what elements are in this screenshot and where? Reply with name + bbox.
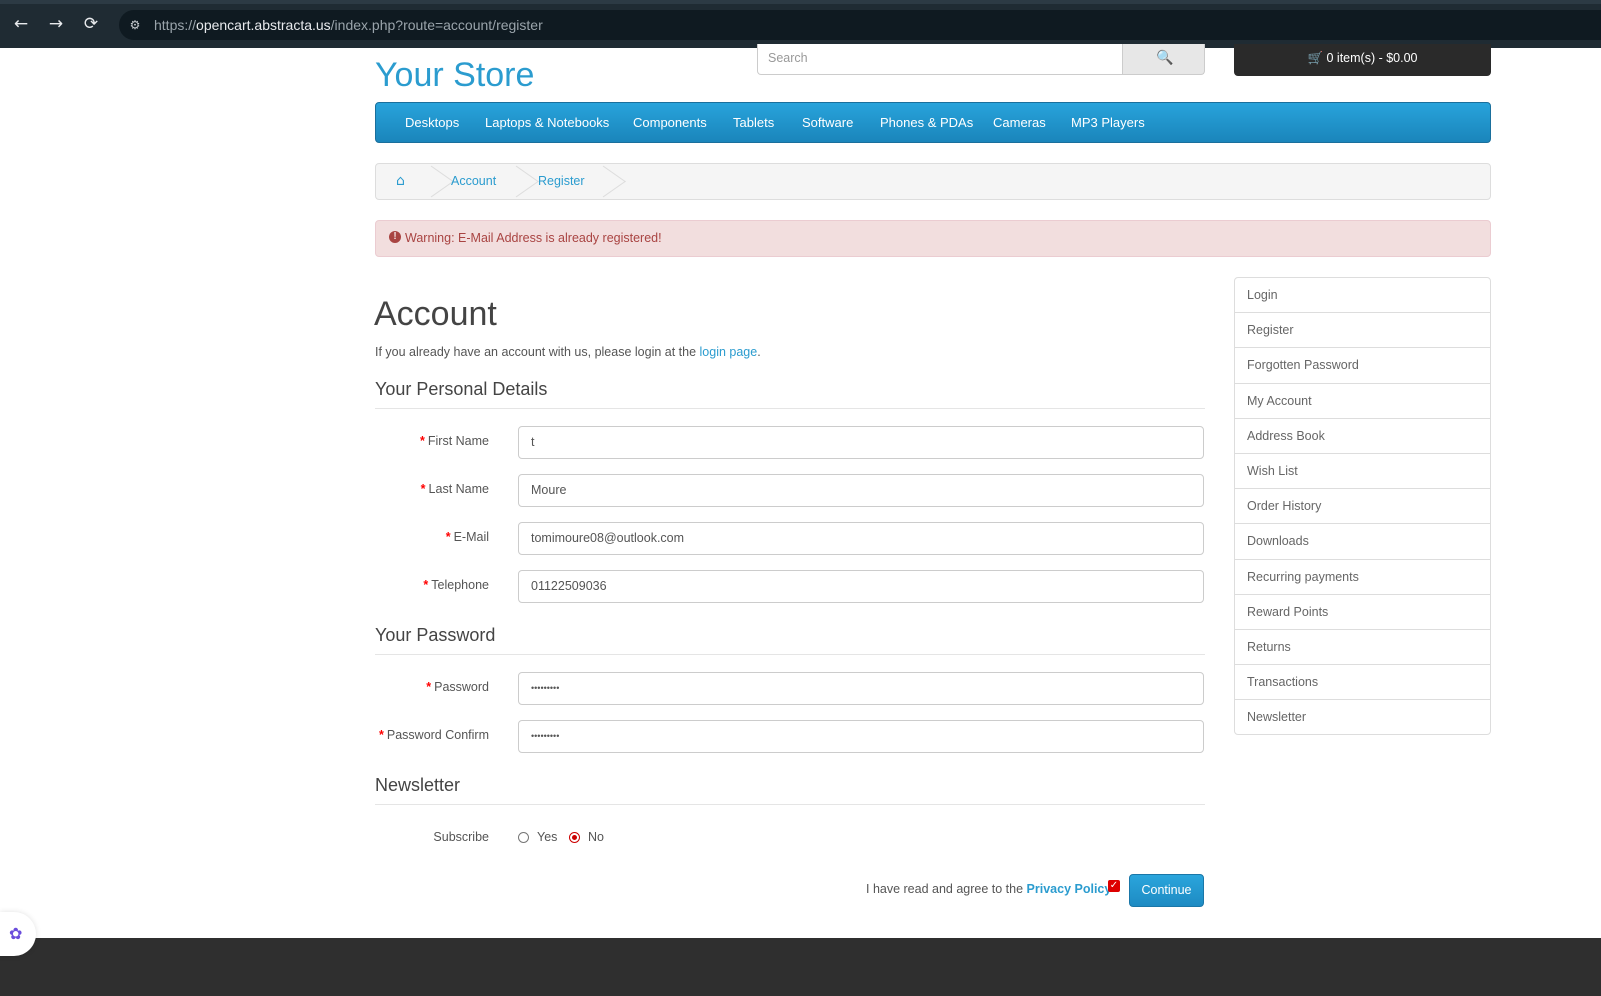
password-confirm-value: ••••••••• [531,731,560,741]
required-mark: * [379,728,384,742]
subscribe-no-radio[interactable] [569,832,580,843]
search-placeholder: Search [768,51,808,65]
sidebar-item-transactions[interactable]: Transactions [1234,664,1491,701]
continue-button[interactable]: Continue [1129,874,1204,907]
telephone-input[interactable]: 01122509036 [518,570,1204,603]
telephone-label-text: Telephone [431,578,489,592]
required-mark: * [420,434,425,448]
privacy-policy-link[interactable]: Privacy Policy [1027,882,1112,896]
agree-checkbox[interactable]: ✓ [1108,880,1120,892]
personal-details-legend: Your Personal Details [375,378,1205,409]
telephone-label: * Telephone [375,578,489,592]
required-mark: * [420,482,426,496]
forward-icon[interactable]: → [46,14,66,34]
site-settings-icon[interactable]: ⚙ [127,17,143,33]
sidebar-item-wish-list[interactable]: Wish List [1234,452,1491,490]
menu-item-laptops[interactable]: Laptops & Notebooks [485,115,609,131]
url-prefix: https:// [154,17,197,33]
email-value: tomimoure08@outlook.com [531,531,685,545]
exclamation-icon: ! [389,231,401,243]
menu-item-phones[interactable]: Phones & PDAs [880,115,973,131]
intro-prefix: If you already have an account with us, … [375,345,700,359]
password-confirm-label: * Password Confirm [375,728,489,742]
back-icon[interactable]: ← [11,14,31,34]
cart-button[interactable]: 🛒 0 item(s) - $0.00 [1234,44,1491,76]
agree-prefix: I have read and agree to the [866,882,1027,896]
last-name-label: * Last Name [375,482,489,496]
password-label-text: Password [434,680,489,694]
intro-end: . [757,345,761,359]
password-value: ••••••••• [531,683,560,693]
browser-toolbar: ← → ⟳ ⚙ https://opencart.abstracta.us/in… [0,0,1601,48]
sidebar-item-newsletter[interactable]: Newsletter [1234,699,1491,736]
search-button[interactable]: 🔍 [1122,44,1205,75]
sidebar-item-recurring-payments[interactable]: Recurring payments [1234,558,1491,595]
address-bar[interactable]: ⚙ https://opencart.abstracta.us/index.ph… [119,10,1601,40]
email-label-text: E-Mail [453,530,489,544]
menu-item-cameras[interactable]: Cameras [993,115,1046,131]
menu-item-desktops[interactable]: Desktops [405,115,459,131]
menu-item-components[interactable]: Components [633,115,707,131]
menu-item-software[interactable]: Software [802,115,853,131]
sidebar-item-returns[interactable]: Returns [1234,628,1491,666]
last-name-value: Moure [531,483,567,497]
subscribe-yes-label[interactable]: Yes [537,830,557,844]
subscribe-label: Subscribe [433,830,489,844]
home-icon[interactable]: ⌂ [396,173,405,189]
agree-text: I have read and agree to the Privacy Pol… [866,882,1111,896]
password-input[interactable]: ••••••••• [518,672,1204,705]
first-name-value: t [531,435,535,449]
login-page-link[interactable]: login page [700,345,758,359]
menu-item-tablets[interactable]: Tablets [733,115,774,131]
subscribe-yes-radio[interactable] [518,832,529,843]
sidebar-item-downloads[interactable]: Downloads [1234,523,1491,560]
url-path: /index.php?route=account/register [330,17,543,33]
password-confirm-label-text: Password Confirm [386,728,489,742]
breadcrumb: ⌂ Account Register [375,163,1491,200]
breadcrumb-account[interactable]: Account [451,174,496,188]
category-menu: Desktops Laptops & Notebooks Components … [375,102,1491,143]
email-label: * E-Mail [375,530,489,544]
url-domain: opencart.abstracta.us [196,17,331,33]
reload-icon[interactable]: ⟳ [81,14,101,34]
url-text[interactable]: https://opencart.abstracta.us/index.php?… [154,17,543,33]
extension-icon: ✿ [9,924,23,943]
password-confirm-input[interactable]: ••••••••• [518,720,1204,753]
first-name-input[interactable]: t [518,426,1204,459]
subscribe-no-label[interactable]: No [588,830,604,844]
telephone-value: 01122509036 [531,579,607,593]
intro-text: If you already have an account with us, … [375,345,761,359]
sidebar-item-register[interactable]: Register [1234,312,1491,349]
warning-alert: ! Warning: E-Mail Address is already reg… [375,220,1491,257]
sidebar-item-reward-points[interactable]: Reward Points [1234,593,1491,630]
page-footer [0,938,1601,996]
sidebar-item-order-history[interactable]: Order History [1234,488,1491,525]
sidebar-item-login[interactable]: Login [1234,277,1491,314]
page-title: Account [374,295,497,333]
breadcrumb-register[interactable]: Register [538,174,585,188]
last-name-label-text: Last Name [428,482,489,496]
sidebar-item-address-book[interactable]: Address Book [1234,417,1491,454]
sidebar-item-forgotten-password[interactable]: Forgotten Password [1234,347,1491,384]
required-mark: * [426,680,432,694]
store-logo[interactable]: Your Store [375,55,534,95]
newsletter-legend: Newsletter [375,774,1205,805]
menu-item-mp3[interactable]: MP3 Players [1071,115,1145,131]
required-mark: * [445,530,451,544]
email-input[interactable]: tomimoure08@outlook.com [518,522,1204,555]
first-name-label: * First Name [375,434,489,448]
search-icon: 🔍 [1156,50,1174,66]
account-sidebar: Login Register Forgotten Password My Acc… [1234,277,1491,736]
alert-text: Warning: E-Mail Address is already regis… [405,231,662,245]
tab-strip [0,0,1601,4]
password-label: * Password [375,680,489,694]
password-legend: Your Password [375,624,1205,655]
required-mark: * [423,578,429,592]
last-name-input[interactable]: Moure [518,474,1204,507]
search-bar: Search 🔍 [757,44,1205,76]
search-input[interactable]: Search [757,44,1123,75]
first-name-label-text: First Name [427,434,489,448]
sidebar-item-my-account[interactable]: My Account [1234,382,1491,419]
